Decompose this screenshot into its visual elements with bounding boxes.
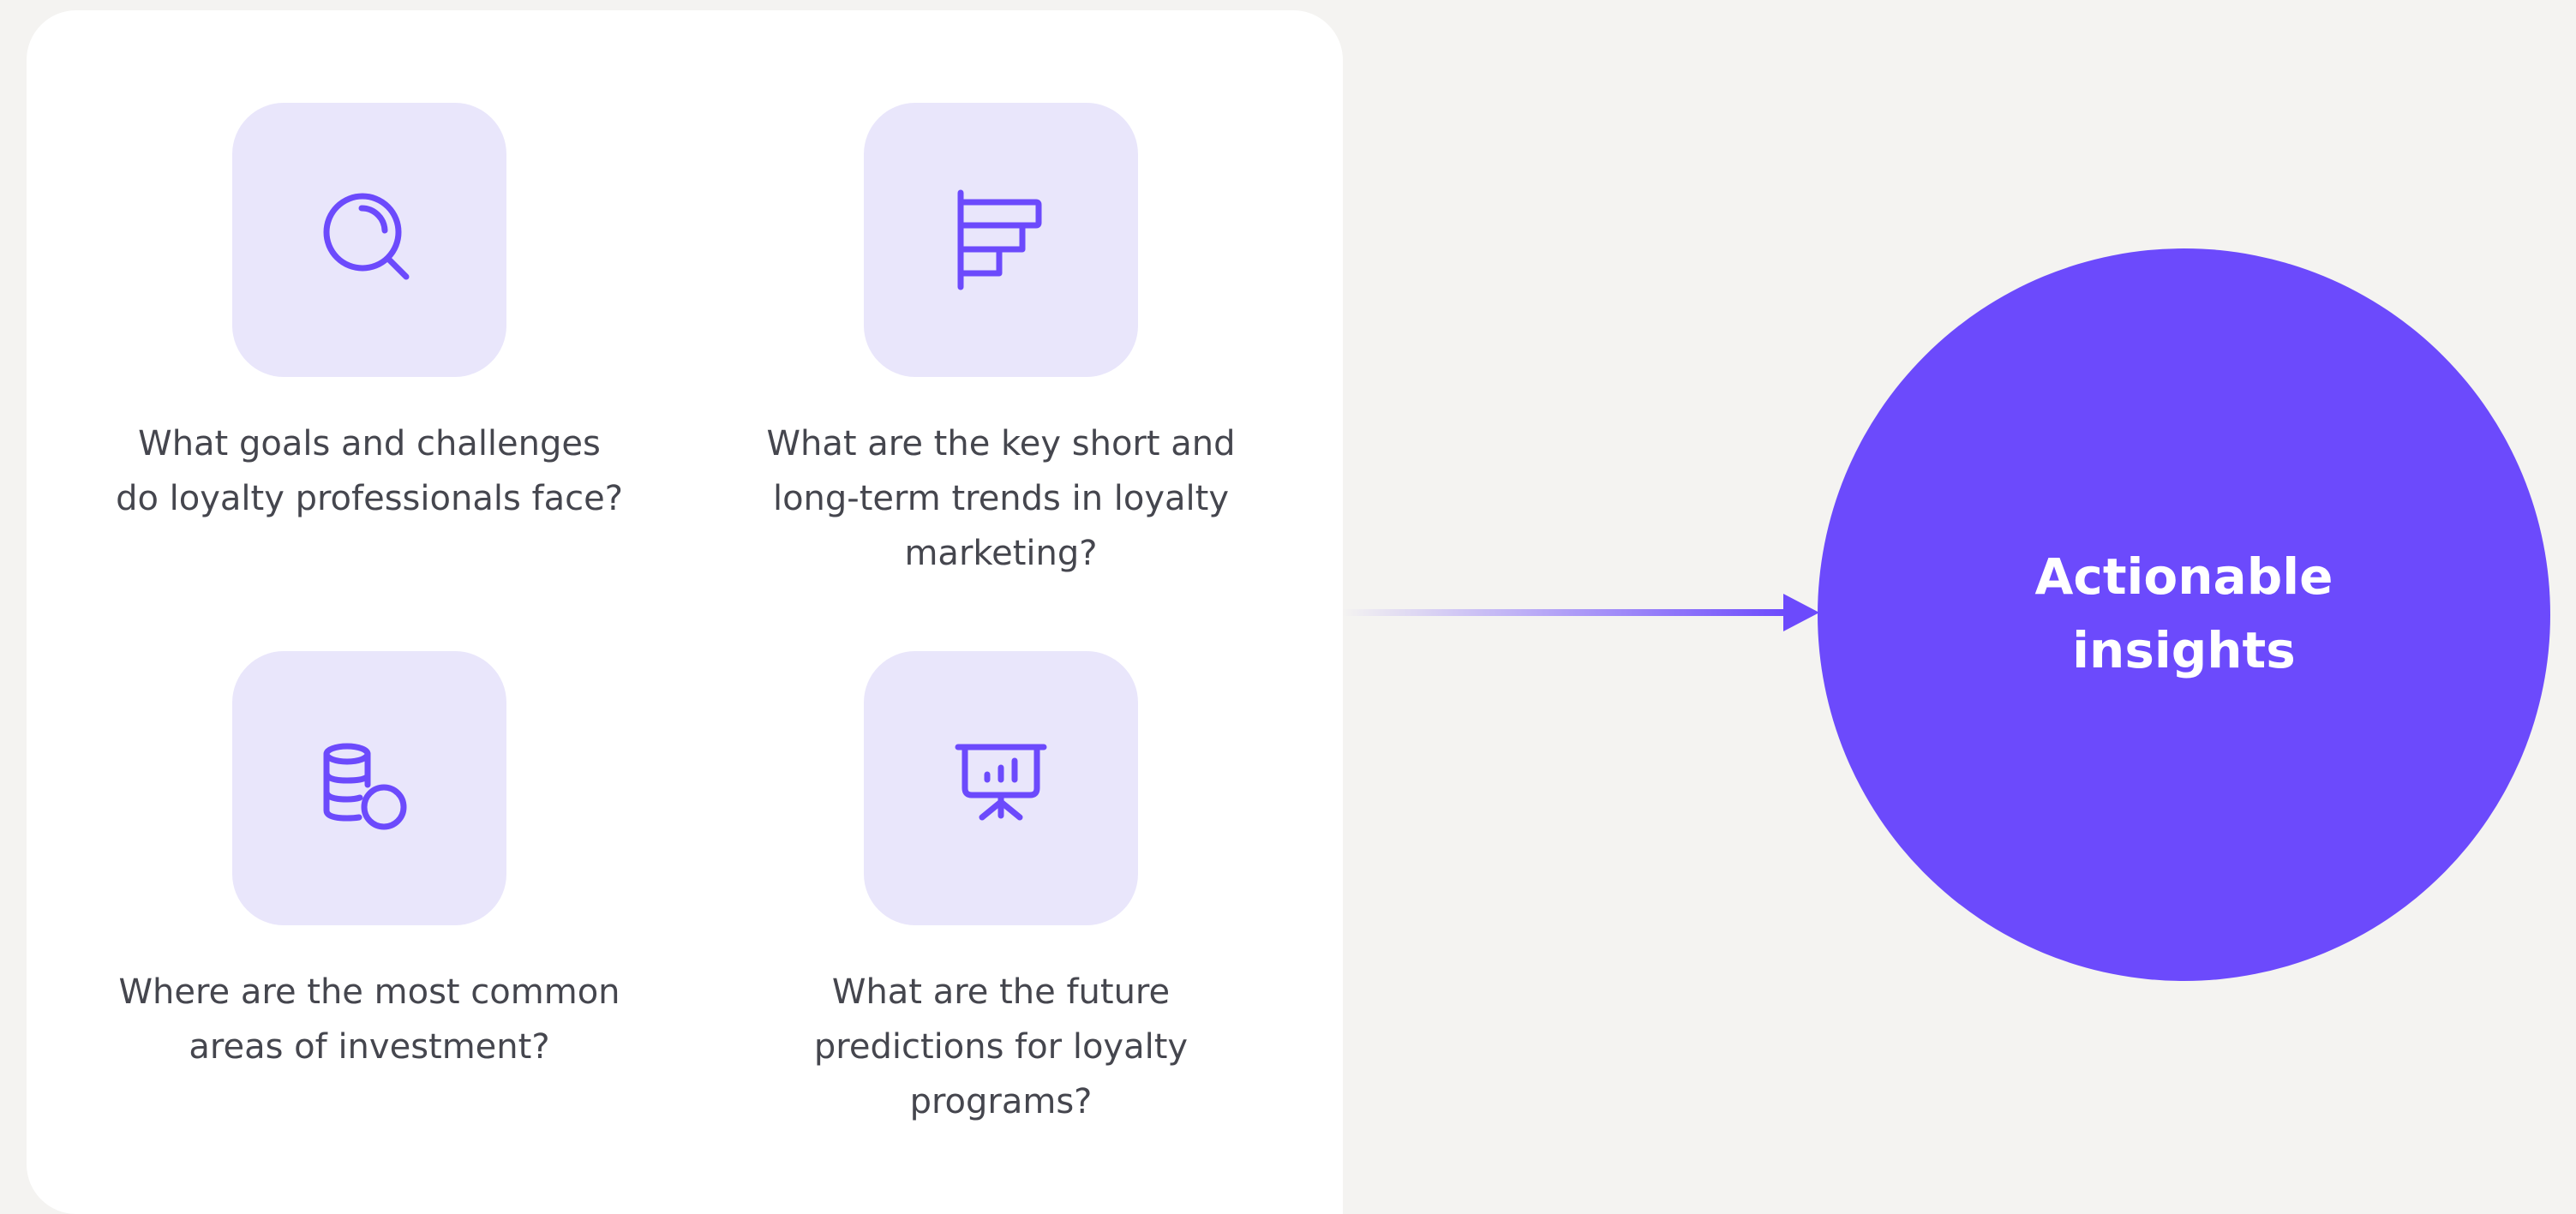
bar-chart-icon	[957, 189, 1042, 290]
questions-panel: What goals and challenges do loyalty pro…	[27, 10, 1343, 1214]
question-card-predictions	[864, 651, 1138, 925]
icon-tile	[232, 103, 506, 377]
question-card-investment	[232, 651, 506, 925]
arrow-connector	[1342, 594, 1819, 631]
insights-label: Actionable insights	[2034, 547, 2333, 679]
question-text: What are the future predictions for loya…	[813, 972, 1189, 1121]
question-text: What are the key short and long-term tre…	[766, 424, 1236, 573]
question-card-trends	[864, 103, 1138, 377]
question-text: Where are the most common areas of inves…	[118, 972, 620, 1067]
icon-tile	[864, 651, 1138, 925]
presentation-chart-icon	[955, 744, 1047, 821]
arrow-head	[1783, 594, 1819, 631]
icon-tile	[864, 103, 1138, 377]
question-card-goals	[232, 103, 506, 377]
coins-icon	[323, 743, 407, 830]
magnifier-icon	[323, 193, 410, 280]
insights-circle: Actionable insights	[1818, 248, 2550, 981]
icon-tile	[232, 651, 506, 925]
question-text: What goals and challenges do loyalty pro…	[116, 424, 623, 518]
